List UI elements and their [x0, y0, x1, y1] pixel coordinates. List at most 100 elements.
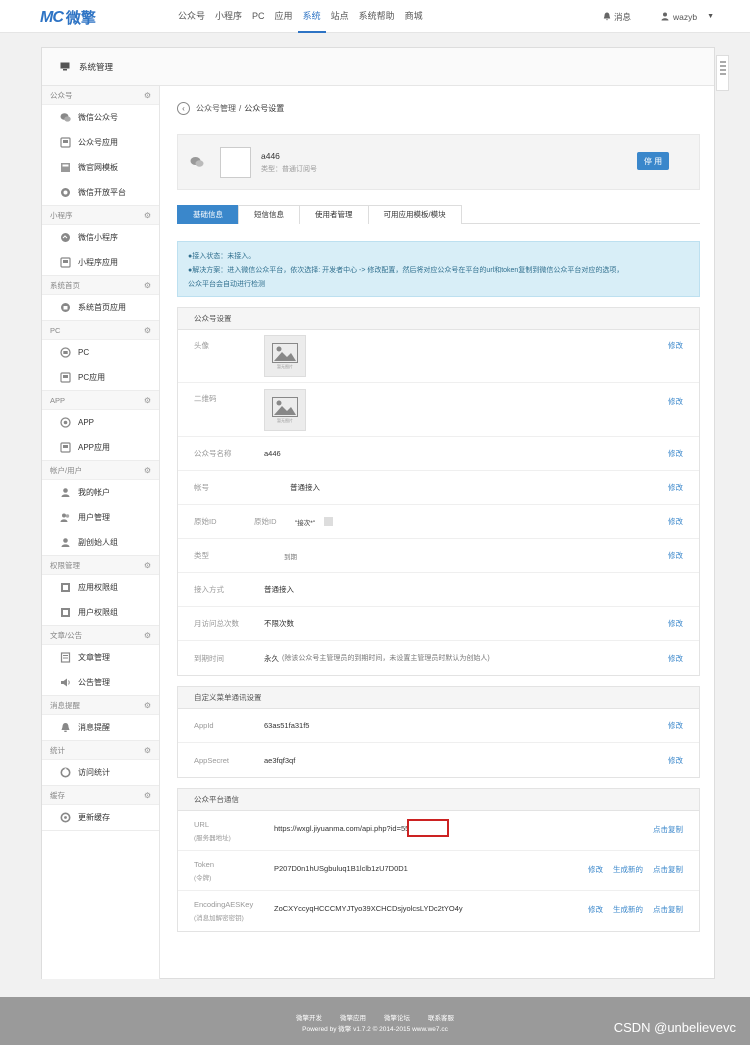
edit-aeskey-link[interactable]: 修改: [588, 904, 603, 915]
sidebar-item[interactable]: APP应用: [42, 435, 159, 460]
nav-item-gongzhonghao[interactable]: 公众号: [173, 0, 210, 33]
sidebar-item[interactable]: 消息提醒: [42, 715, 159, 740]
sidebar-item[interactable]: APP: [42, 410, 159, 435]
nav-item-miniprogram[interactable]: 小程序: [210, 0, 247, 33]
tab-available-modules[interactable]: 可用应用模板/模块: [367, 205, 462, 224]
sidebar-item-label: 小程序应用: [78, 258, 118, 267]
sidebar-item[interactable]: 用户权限组: [42, 600, 159, 625]
sidebar-item[interactable]: 系统首页应用: [42, 295, 159, 320]
footer-link-forum[interactable]: 微擎论坛: [384, 1012, 410, 1022]
stop-button[interactable]: 停 用: [637, 152, 669, 170]
messages-link[interactable]: 消息: [603, 11, 631, 23]
back-icon[interactable]: ‹: [177, 101, 190, 115]
copy-icon[interactable]: [324, 517, 333, 526]
sidebar-group-header[interactable]: 消息提醒 ⚙: [42, 696, 159, 715]
edit-monthly-visits-link[interactable]: 修改: [668, 618, 683, 629]
alert-status-line: ●接入状态：未接入。: [188, 253, 256, 260]
sidebar-item[interactable]: 微信小程序: [42, 225, 159, 250]
generate-token-link[interactable]: 生成新的: [613, 864, 643, 875]
footer-link-dev[interactable]: 微擎开发: [296, 1012, 322, 1022]
open-platform-icon: [60, 187, 71, 198]
nav-item-help[interactable]: 系统帮助: [354, 0, 400, 33]
tab-sms-info[interactable]: 短信信息: [238, 205, 300, 224]
appsecret-label: AppSecret: [194, 755, 230, 765]
nav-item-apps[interactable]: 应用: [270, 0, 298, 33]
footer-link-support[interactable]: 联系客服: [428, 1012, 454, 1022]
sidebar-group-header[interactable]: 帐户/用户 ⚙: [42, 461, 159, 480]
sidebar-item[interactable]: 微信开放平台: [42, 180, 159, 205]
edit-appsecret-link[interactable]: 修改: [668, 755, 683, 766]
nav-item-system[interactable]: 系统: [297, 0, 326, 33]
sidebar-group-header[interactable]: PC ⚙: [42, 321, 159, 340]
sidebar-group-header[interactable]: APP ⚙: [42, 391, 159, 410]
edit-token-link[interactable]: 修改: [588, 864, 603, 875]
sidebar-item[interactable]: 微官网模板: [42, 155, 159, 180]
copy-token-link[interactable]: 点击复制: [653, 864, 683, 875]
image-placeholder-icon: [272, 396, 298, 417]
gear-icon[interactable]: ⚙: [144, 281, 151, 290]
sidebar-group-header[interactable]: 小程序 ⚙: [42, 206, 159, 225]
sidebar-item[interactable]: 我的帐户: [42, 480, 159, 505]
gear-icon[interactable]: ⚙: [144, 91, 151, 100]
gear-icon[interactable]: ⚙: [144, 326, 151, 335]
copy-aeskey-link[interactable]: 点击复制: [653, 904, 683, 915]
sidebar-item-label: 系统首页应用: [78, 303, 126, 312]
tab-basic-info[interactable]: 基础信息: [177, 205, 239, 224]
sidebar-item[interactable]: 公告管理: [42, 670, 159, 695]
sidebar-item[interactable]: 微信公众号: [42, 105, 159, 130]
edit-avatar-link[interactable]: 修改: [668, 340, 683, 351]
feedback-side-tab[interactable]: [716, 55, 729, 91]
gear-icon[interactable]: ⚙: [144, 791, 151, 800]
edit-origin-id-link[interactable]: 修改: [668, 516, 683, 527]
breadcrumb-current: 公众号设置: [244, 103, 285, 113]
sidebar-item[interactable]: 小程序应用: [42, 250, 159, 275]
gear-icon[interactable]: ⚙: [144, 561, 151, 570]
sidebar-item[interactable]: PC: [42, 340, 159, 365]
account-card: a446 类型：普通订阅号 停 用: [177, 134, 700, 190]
breadcrumb-parent[interactable]: 公众号管理: [196, 103, 236, 114]
logo[interactable]: MC 微擎: [40, 7, 96, 28]
edit-expire-link[interactable]: 修改: [668, 653, 683, 664]
platform-comm-panel: 公众平台通信 URL (服务器地址) https://wxgl.jiyuanma…: [177, 788, 700, 932]
qrcode-row: 二维码 暂无图片 修改: [178, 383, 699, 437]
gear-icon[interactable]: ⚙: [144, 701, 151, 710]
nav-item-store[interactable]: 商城: [400, 0, 428, 33]
sidebar-group-header[interactable]: 缓存 ⚙: [42, 786, 159, 805]
sidebar-item[interactable]: 更新缓存: [42, 805, 159, 830]
sidebar-group-header[interactable]: 系统首页 ⚙: [42, 276, 159, 295]
qrcode-image[interactable]: 暂无图片: [264, 389, 306, 431]
sidebar-group: 帐户/用户 ⚙ 我的帐户 用户管理 副创始人组: [42, 461, 159, 556]
nav-item-site[interactable]: 站点: [326, 0, 354, 33]
sidebar-item[interactable]: 副创始人组: [42, 530, 159, 555]
sidebar-group: APP ⚙ APP APP应用: [42, 391, 159, 461]
gear-icon[interactable]: ⚙: [144, 211, 151, 220]
sidebar-group-header[interactable]: 公众号 ⚙: [42, 86, 159, 105]
gear-icon[interactable]: ⚙: [144, 631, 151, 640]
avatar-row: 头像 暂无图片 修改: [178, 330, 699, 383]
sidebar-group-header[interactable]: 文章/公告 ⚙: [42, 626, 159, 645]
gear-icon[interactable]: ⚙: [144, 466, 151, 475]
gear-icon[interactable]: ⚙: [144, 396, 151, 405]
edit-type-link[interactable]: 修改: [668, 550, 683, 561]
edit-name-link[interactable]: 修改: [668, 448, 683, 459]
sidebar-item[interactable]: 用户管理: [42, 505, 159, 530]
nav-item-pc[interactable]: PC: [247, 0, 270, 33]
sidebar-item[interactable]: 访问统计: [42, 760, 159, 785]
copy-url-link[interactable]: 点击复制: [653, 824, 683, 835]
avatar-image[interactable]: 暂无图片: [264, 335, 306, 377]
tab-user-management[interactable]: 使用者管理: [299, 205, 369, 224]
sidebar-item[interactable]: 公众号应用: [42, 130, 159, 155]
sidebar-item[interactable]: PC应用: [42, 365, 159, 390]
generate-aeskey-link[interactable]: 生成新的: [613, 904, 643, 915]
sidebar-group-header[interactable]: 权限管理 ⚙: [42, 556, 159, 575]
edit-appid-link[interactable]: 修改: [668, 720, 683, 731]
sidebar-item[interactable]: 文章管理: [42, 645, 159, 670]
footer-link-apps[interactable]: 微擎应用: [340, 1012, 366, 1022]
edit-account-link[interactable]: 修改: [668, 482, 683, 493]
sidebar-group-header[interactable]: 统计 ⚙: [42, 741, 159, 760]
sidebar-item[interactable]: 应用权限组: [42, 575, 159, 600]
sidebar-group-title: APP: [50, 395, 66, 405]
edit-qrcode-link[interactable]: 修改: [668, 396, 683, 407]
gear-icon[interactable]: ⚙: [144, 746, 151, 755]
user-menu[interactable]: wazyb ▼: [661, 12, 714, 22]
